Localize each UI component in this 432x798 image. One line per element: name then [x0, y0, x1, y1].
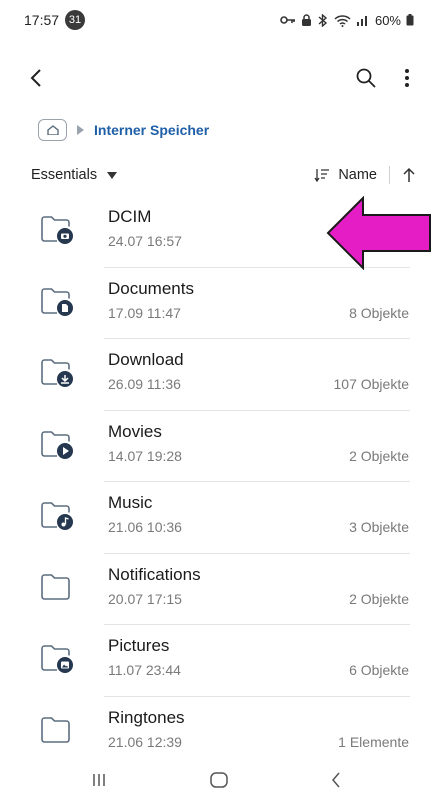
- back-button[interactable]: [30, 68, 42, 88]
- search-button[interactable]: [356, 68, 376, 88]
- file-name: Notifications: [108, 564, 201, 584]
- file-row-pictures[interactable]: Pictures 11.07 23:44 6 Objekte: [0, 625, 432, 697]
- folder-image-icon: [41, 645, 73, 673]
- file-name: Documents: [108, 278, 194, 298]
- file-row-documents[interactable]: Documents 17.09 11:47 8 Objekte: [0, 268, 432, 339]
- home-nav-icon: [210, 772, 228, 788]
- signal-icon: [356, 16, 367, 26]
- key-icon: [280, 16, 295, 24]
- file-date: 14.07 19:28: [108, 447, 182, 464]
- folder-download-icon: [41, 359, 73, 387]
- annotation-arrow-icon: [326, 196, 431, 270]
- app-bar-actions: [356, 68, 410, 88]
- file-name: Movies: [108, 421, 162, 441]
- file-name: Music: [108, 493, 153, 512]
- file-name: Ringtones: [108, 707, 185, 727]
- more-options-button[interactable]: [404, 68, 410, 88]
- system-nav-bar: [0, 762, 432, 798]
- home-icon: [46, 125, 59, 135]
- file-count: 6 Objekte: [349, 662, 409, 678]
- folder-none-icon: [41, 716, 70, 743]
- file-count: 2 Objekte: [349, 590, 409, 607]
- arrow-up-icon: [403, 167, 415, 182]
- back-arrow-icon: [30, 69, 41, 87]
- file-date: 11.07 23:44: [108, 662, 181, 678]
- dropdown-triangle-icon: [107, 171, 118, 179]
- status-time: 17:57: [24, 12, 60, 28]
- file-date: 17.09 11:47: [108, 304, 181, 321]
- file-row-notifications[interactable]: Notifications 20.07 17:15 2 Objekte: [0, 554, 432, 625]
- home-button[interactable]: [210, 772, 228, 788]
- file-count: 2 Objekte: [349, 447, 409, 464]
- folder-camera-icon: [41, 216, 73, 244]
- file-row-music[interactable]: Music 21.06 10:36 3 Objekte: [0, 482, 432, 554]
- app-bar: [0, 58, 432, 98]
- breadcrumb-separator-icon: [77, 125, 84, 135]
- battery-icon: [406, 14, 414, 26]
- sort-label: Name: [338, 167, 377, 183]
- file-name: Download: [108, 350, 184, 369]
- file-date: 26.09 11:36: [108, 376, 181, 392]
- search-icon: [356, 68, 376, 88]
- file-date: 21.06 12:39: [108, 733, 182, 750]
- file-name: Pictures: [108, 636, 170, 655]
- sort-by-button[interactable]: Name: [314, 167, 377, 183]
- breadcrumb-home[interactable]: [38, 119, 67, 141]
- status-left: 17:57 31: [24, 10, 86, 30]
- file-date: 21.06 10:36: [108, 519, 182, 535]
- recents-icon: [93, 774, 106, 786]
- file-count: 107 Objekte: [333, 376, 410, 392]
- notification-count-badge: 31: [65, 10, 86, 30]
- filter-dropdown[interactable]: Essentials: [31, 167, 118, 183]
- folder-document-icon: [41, 287, 73, 316]
- sort-direction-button[interactable]: [402, 167, 416, 183]
- nav-back-icon: [331, 772, 340, 788]
- breadcrumb-current[interactable]: Interner Speicher: [94, 122, 209, 138]
- folder-music-icon: [41, 502, 73, 530]
- sort-lines-icon: [314, 169, 330, 182]
- file-count: 1 Elemente: [338, 733, 409, 750]
- file-date: 24.07 16:57: [108, 233, 182, 249]
- recents-button[interactable]: [91, 772, 107, 788]
- status-icons: 60%: [280, 13, 414, 28]
- folder-none-icon: [41, 573, 70, 600]
- filter-label: Essentials: [31, 167, 98, 183]
- folder-play-icon: [41, 430, 73, 459]
- file-count: 3 Objekte: [349, 519, 409, 535]
- system-back-button[interactable]: [331, 772, 341, 788]
- file-row-ringtones[interactable]: Ringtones 21.06 12:39 1 Elemente: [0, 697, 432, 769]
- bluetooth-icon: [318, 13, 328, 27]
- file-row-download[interactable]: Download 26.09 11:36 107 Objekte: [0, 339, 432, 411]
- file-date: 20.07 17:15: [108, 590, 182, 607]
- wifi-icon: [334, 14, 351, 27]
- lock-icon: [301, 14, 311, 26]
- file-row-movies[interactable]: Movies 14.07 19:28 2 Objekte: [0, 411, 432, 482]
- breadcrumb: Interner Speicher: [38, 117, 209, 143]
- file-count: 8 Objekte: [349, 304, 409, 321]
- sort-bar: Essentials Name: [0, 160, 432, 190]
- status-bar: 17:57 31 60%: [0, 0, 432, 40]
- battery-percent: 60%: [374, 12, 401, 28]
- file-list: DCIM24.07 16:574Documents17.09 11:478 Ob…: [0, 196, 432, 768]
- more-vert-icon: [405, 69, 409, 87]
- file-name: DCIM: [108, 207, 152, 226]
- sort-controls: Name: [314, 166, 416, 184]
- sort-divider: [389, 166, 390, 184]
